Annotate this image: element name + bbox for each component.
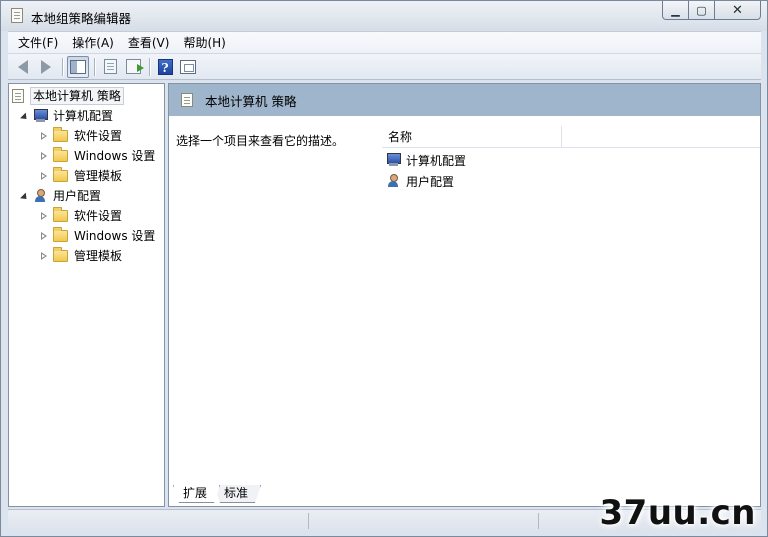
description-text: 选择一个项目来查看它的描述。 — [176, 134, 345, 148]
list-item-user-config[interactable]: 用户配置 — [386, 171, 454, 191]
tree-item-label: 软件设置 — [74, 129, 123, 143]
list-header: 名称 — [382, 125, 760, 148]
computer-icon — [33, 109, 48, 123]
toolbar: ? — [8, 53, 761, 80]
tree-item-label: 管理模板 — [74, 169, 123, 183]
forward-arrow-icon — [41, 59, 51, 74]
computer-icon — [386, 153, 401, 167]
status-divider — [538, 513, 539, 529]
toolbar-separator — [149, 57, 150, 76]
tree-item-label: 软件设置 — [74, 209, 123, 223]
menu-file[interactable]: 文件(F) — [8, 33, 65, 53]
show-hide-action-pane-button[interactable] — [177, 56, 199, 78]
menu-action[interactable]: 操作(A) — [65, 33, 121, 53]
back-arrow-icon — [18, 59, 28, 74]
minimize-button[interactable]: ▁ — [662, 1, 689, 20]
folder-icon — [53, 227, 68, 242]
maximize-button[interactable]: ▢ — [689, 1, 715, 20]
details-header: 本地计算机 策略 — [169, 84, 760, 116]
menu-help[interactable]: 帮助(H) — [176, 33, 232, 53]
policy-editor-app-icon — [11, 8, 23, 23]
help-button[interactable]: ? — [154, 56, 176, 78]
tree-item-label: 计算机配置 — [53, 109, 114, 123]
caption-buttons: ▁ ▢ ✕ — [662, 1, 761, 21]
menu-view[interactable]: 查看(V) — [121, 33, 177, 53]
column-header-name[interactable]: 名称 — [382, 125, 562, 148]
toolbar-separator — [94, 57, 95, 76]
expand-arrow-icon — [40, 171, 48, 181]
details-header-title: 本地计算机 策略 — [205, 93, 297, 109]
show-hide-action-pane-icon — [180, 59, 196, 74]
tab-extended[interactable]: 扩展 — [173, 485, 220, 503]
tree-item-label: Windows 设置 — [74, 149, 156, 163]
details-list[interactable]: 名称 计算机配置 用户配置 — [382, 116, 760, 482]
user-icon — [386, 174, 401, 188]
user-icon — [33, 189, 48, 203]
menu-bar: 文件(F) 操作(A) 查看(V) 帮助(H) — [8, 31, 761, 53]
back-button[interactable] — [12, 56, 34, 78]
tree-item-admin-templates[interactable]: 管理模板 — [39, 246, 122, 266]
expand-toggle[interactable] — [39, 211, 49, 221]
details-pane: 本地计算机 策略 选择一个项目来查看它的描述。 名称 计算机配置 用户配置 扩展… — [168, 83, 761, 507]
expand-arrow-icon — [40, 131, 48, 141]
policy-icon — [181, 93, 193, 107]
list-item-label: 用户配置 — [406, 174, 455, 189]
tree-item-windows-settings[interactable]: Windows 设置 — [39, 226, 155, 246]
close-button[interactable]: ✕ — [715, 1, 761, 20]
folder-icon — [53, 147, 68, 162]
expand-toggle[interactable] — [39, 171, 49, 181]
folder-icon — [53, 127, 68, 142]
tree-item-software-settings[interactable]: 软件设置 — [39, 126, 122, 146]
show-hide-tree-button[interactable] — [67, 55, 89, 78]
tree-item-label: Windows 设置 — [74, 229, 156, 243]
tree-item-label: 用户配置 — [53, 189, 102, 203]
tree-item-admin-templates[interactable]: 管理模板 — [39, 166, 122, 186]
policy-icon — [12, 89, 24, 103]
export-list-icon — [125, 59, 144, 74]
window-title: 本地组策略编辑器 — [31, 11, 132, 26]
tree-item-user-config[interactable]: 用户配置 — [19, 186, 101, 206]
expand-toggle[interactable] — [19, 111, 30, 122]
properties-button[interactable] — [99, 56, 121, 78]
help-icon: ? — [157, 58, 173, 75]
expand-arrow-icon — [40, 211, 48, 221]
expand-toggle[interactable] — [39, 131, 49, 141]
console-tree[interactable]: 本地计算机 策略 计算机配置 软件设置 Windows 设置 管理模板 用户配置 — [8, 83, 165, 507]
tree-root-item[interactable]: 本地计算机 策略 — [12, 86, 124, 106]
collapse-arrow-icon — [20, 192, 30, 202]
main-window: 本地组策略编辑器 ▁ ▢ ✕ 文件(F) 操作(A) 查看(V) 帮助(H) ?… — [0, 0, 768, 537]
tab-standard[interactable]: 标准 — [214, 485, 261, 503]
tree-item-label: 本地计算机 策略 — [30, 87, 124, 105]
list-item-computer-config[interactable]: 计算机配置 — [386, 150, 466, 170]
expand-toggle[interactable] — [39, 151, 49, 161]
folder-icon — [53, 167, 68, 182]
show-hide-tree-icon — [70, 59, 86, 74]
expand-toggle[interactable] — [39, 251, 49, 261]
toolbar-separator — [62, 57, 63, 76]
collapse-arrow-icon — [20, 112, 30, 122]
expand-arrow-icon — [40, 151, 48, 161]
tree-item-software-settings[interactable]: 软件设置 — [39, 206, 122, 226]
view-tabs: 扩展 标准 — [173, 485, 261, 503]
status-divider — [308, 513, 309, 529]
expand-toggle[interactable] — [19, 191, 30, 202]
folder-icon — [53, 207, 68, 222]
export-list-button[interactable] — [122, 56, 144, 78]
expand-toggle[interactable] — [39, 231, 49, 241]
tree-item-windows-settings[interactable]: Windows 设置 — [39, 146, 155, 166]
folder-icon — [53, 247, 68, 262]
list-item-label: 计算机配置 — [406, 153, 467, 168]
watermark-logo: 37uu.cn — [599, 493, 756, 533]
expand-arrow-icon — [40, 231, 48, 241]
expand-arrow-icon — [40, 251, 48, 261]
forward-button[interactable] — [35, 56, 57, 78]
properties-icon — [103, 59, 117, 74]
title-bar[interactable]: 本地组策略编辑器 ▁ ▢ ✕ — [1, 1, 767, 31]
tree-item-label: 管理模板 — [74, 249, 123, 263]
tree-item-computer-config[interactable]: 计算机配置 — [19, 106, 113, 126]
